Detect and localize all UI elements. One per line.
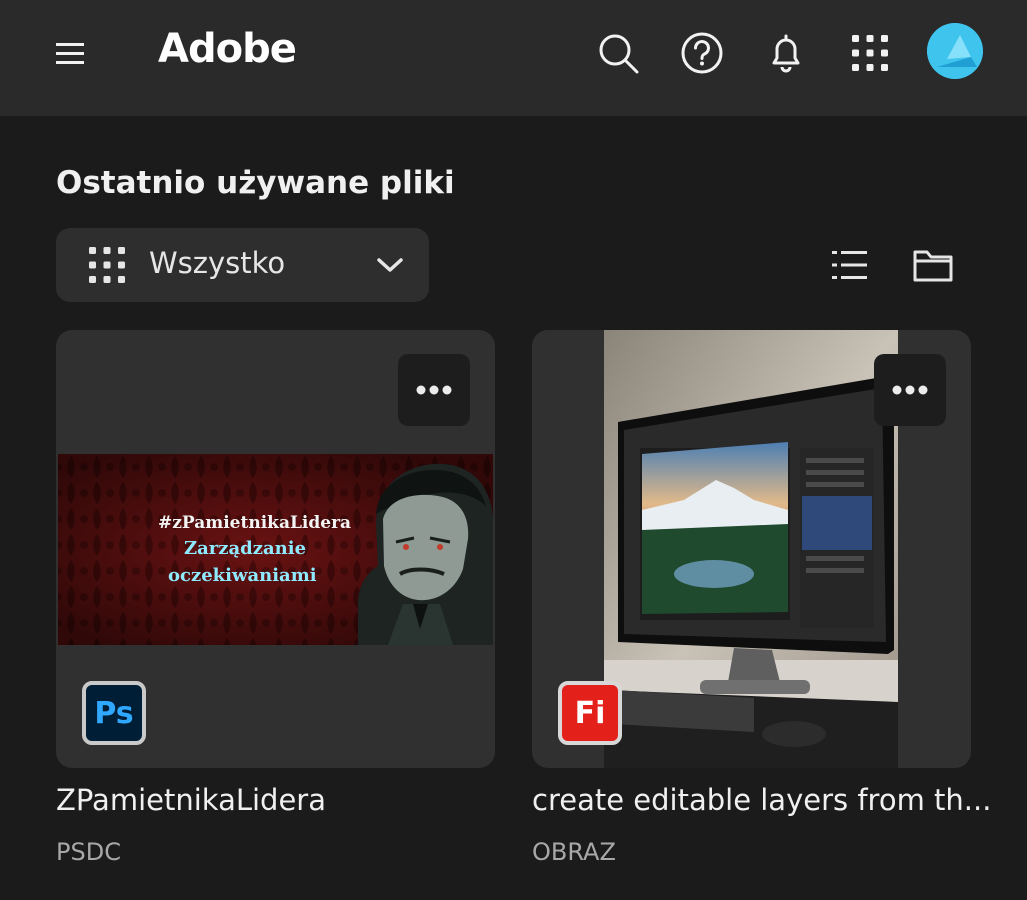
- file-name-1[interactable]: ZPamietnikaLidera: [56, 783, 326, 817]
- top-bar: Adobe: [0, 0, 1027, 116]
- filter-dropdown[interactable]: Wszystko: [56, 228, 429, 302]
- help-icon[interactable]: [679, 30, 725, 76]
- thumbnail-line-2: oczekiwaniami: [168, 565, 317, 586]
- file-card-2[interactable]: Fi: [532, 330, 971, 768]
- grid-filter-icon: [88, 246, 126, 284]
- bell-icon[interactable]: [763, 30, 809, 76]
- more-dots-icon: [892, 385, 928, 395]
- file-type-2: OBRAZ: [532, 838, 616, 866]
- file-name-2[interactable]: create editable layers from th...: [532, 783, 991, 817]
- thumbnail-line-1: Zarządzanie: [184, 538, 307, 559]
- file-thumbnail: [604, 330, 898, 768]
- folder-icon[interactable]: [910, 242, 956, 288]
- file-card-1[interactable]: #zPamietnikaLidera Zarządzanie oczekiwan…: [56, 330, 495, 768]
- more-dots-icon: [416, 385, 452, 395]
- thumbnail-hashtag: #zPamietnikaLidera: [158, 513, 352, 533]
- menu-icon[interactable]: [52, 38, 88, 68]
- apps-grid-icon[interactable]: [847, 30, 893, 76]
- chevron-down-icon: [376, 254, 404, 276]
- file-thumbnail: #zPamietnikaLidera Zarządzanie oczekiwan…: [58, 454, 493, 645]
- more-options-button[interactable]: [874, 354, 946, 426]
- firefly-app-icon: Fi: [558, 681, 622, 745]
- filter-selected-label: Wszystko: [149, 246, 286, 280]
- more-options-button[interactable]: [398, 354, 470, 426]
- avatar[interactable]: [927, 23, 983, 79]
- search-icon[interactable]: [595, 30, 641, 76]
- list-view-icon[interactable]: [826, 242, 872, 288]
- section-title: Ostatnio używane pliki: [56, 165, 455, 201]
- adobe-logo[interactable]: Adobe: [158, 26, 297, 72]
- file-type-1: PSDC: [56, 838, 121, 866]
- photoshop-app-icon: Ps: [82, 681, 146, 745]
